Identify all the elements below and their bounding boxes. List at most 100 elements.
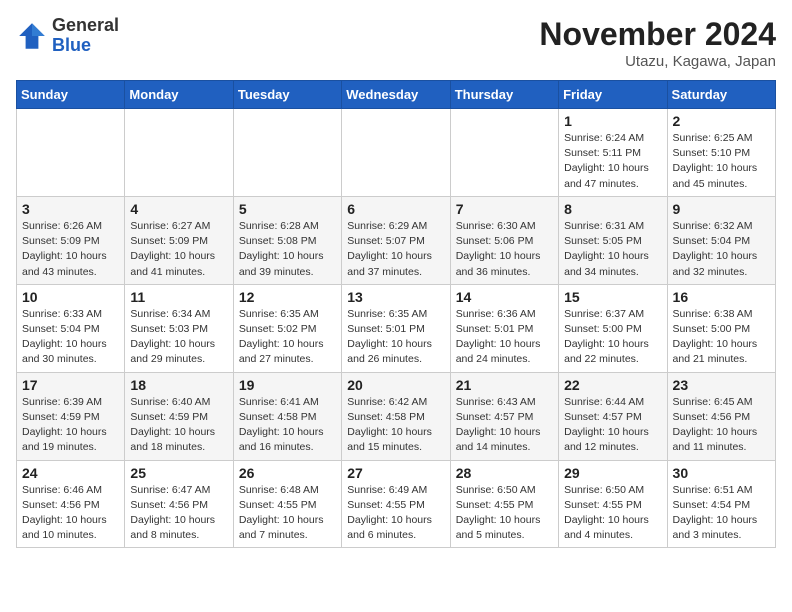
logo-text: General Blue [52,16,119,56]
calendar-week-row: 1 Sunrise: 6:24 AM Sunset: 5:11 PM Daylig… [17,109,776,197]
calendar-cell: 27Sunrise: 6:49 AM Sunset: 4:55 PM Dayli… [342,460,450,548]
calendar-cell: 30Sunrise: 6:51 AM Sunset: 4:54 PM Dayli… [667,460,775,548]
calendar-cell: 18 Sunrise: 6:40 AM Sunset: 4:59 PM Dayli… [125,372,233,460]
weekday-header: Sunday [17,81,125,109]
weekday-header-row: SundayMondayTuesdayWednesdayThursdayFrid… [17,81,776,109]
day-info: Sunrise: 6:37 AM Sunset: 5:00 PM Dayligh… [564,307,661,368]
weekday-header: Friday [559,81,667,109]
day-number: 12 [239,289,336,305]
calendar-cell: 20 Sunrise: 6:42 AM Sunset: 4:58 PM Dayli… [342,372,450,460]
day-info: Sunrise: 6:38 AM Sunset: 5:00 PM Dayligh… [673,307,770,368]
day-info: Sunrise: 6:50 AM Sunset: 4:55 PM Dayligh… [564,483,661,544]
calendar-cell [17,109,125,197]
day-number: 13 [347,289,444,305]
day-number: 8 [564,201,661,217]
day-number: 5 [239,201,336,217]
calendar-week-row: 10Sunrise: 6:33 AM Sunset: 5:04 PM Dayli… [17,284,776,372]
calendar-cell [342,109,450,197]
calendar-cell: 2 Sunrise: 6:25 AM Sunset: 5:10 PM Daylig… [667,109,775,197]
day-info: Sunrise: 6:40 AM Sunset: 4:59 PM Dayligh… [130,395,227,456]
calendar-cell: 22 Sunrise: 6:44 AM Sunset: 4:57 PM Dayli… [559,372,667,460]
day-info: Sunrise: 6:48 AM Sunset: 4:55 PM Dayligh… [239,483,336,544]
calendar-cell: 10Sunrise: 6:33 AM Sunset: 5:04 PM Dayli… [17,284,125,372]
day-number: 7 [456,201,553,217]
day-info: Sunrise: 6:51 AM Sunset: 4:54 PM Dayligh… [673,483,770,544]
day-info: Sunrise: 6:41 AM Sunset: 4:58 PM Dayligh… [239,395,336,456]
calendar-cell: 26Sunrise: 6:48 AM Sunset: 4:55 PM Dayli… [233,460,341,548]
logo: General Blue [16,16,119,56]
title-area: November 2024 Utazu, Kagawa, Japan [539,16,776,70]
day-info: Sunrise: 6:46 AM Sunset: 4:56 PM Dayligh… [22,483,119,544]
weekday-header: Wednesday [342,81,450,109]
calendar-cell [233,109,341,197]
header: General Blue November 2024 Utazu, Kagawa… [16,16,776,70]
logo-general-text: General [52,16,119,36]
day-info: Sunrise: 6:44 AM Sunset: 4:57 PM Dayligh… [564,395,661,456]
day-number: 9 [673,201,770,217]
calendar-cell: 6Sunrise: 6:29 AM Sunset: 5:07 PM Daylig… [342,196,450,284]
day-info: Sunrise: 6:34 AM Sunset: 5:03 PM Dayligh… [130,307,227,368]
day-number: 28 [456,465,553,481]
day-info: Sunrise: 6:50 AM Sunset: 4:55 PM Dayligh… [456,483,553,544]
day-info: Sunrise: 6:39 AM Sunset: 4:59 PM Dayligh… [22,395,119,456]
calendar-cell: 28 Sunrise: 6:50 AM Sunset: 4:55 PM Dayli… [450,460,558,548]
logo-blue-text: Blue [52,36,119,56]
day-number: 3 [22,201,119,217]
calendar-cell: 13 Sunrise: 6:35 AM Sunset: 5:01 PM Dayli… [342,284,450,372]
day-number: 22 [564,377,661,393]
day-info: Sunrise: 6:47 AM Sunset: 4:56 PM Dayligh… [130,483,227,544]
calendar-cell: 17 Sunrise: 6:39 AM Sunset: 4:59 PM Dayli… [17,372,125,460]
weekday-header: Saturday [667,81,775,109]
calendar-cell: 3 Sunrise: 6:26 AM Sunset: 5:09 PM Daylig… [17,196,125,284]
day-number: 27 [347,465,444,481]
calendar-cell: 23 Sunrise: 6:45 AM Sunset: 4:56 PM Dayli… [667,372,775,460]
calendar-cell: 25 Sunrise: 6:47 AM Sunset: 4:56 PM Dayli… [125,460,233,548]
day-info: Sunrise: 6:35 AM Sunset: 5:01 PM Dayligh… [347,307,444,368]
day-info: Sunrise: 6:25 AM Sunset: 5:10 PM Dayligh… [673,131,770,192]
calendar-cell: 8 Sunrise: 6:31 AM Sunset: 5:05 PM Daylig… [559,196,667,284]
calendar-cell: 5Sunrise: 6:28 AM Sunset: 5:08 PM Daylig… [233,196,341,284]
calendar-cell: 7 Sunrise: 6:30 AM Sunset: 5:06 PM Daylig… [450,196,558,284]
day-info: Sunrise: 6:36 AM Sunset: 5:01 PM Dayligh… [456,307,553,368]
calendar-cell: 14Sunrise: 6:36 AM Sunset: 5:01 PM Dayli… [450,284,558,372]
day-info: Sunrise: 6:24 AM Sunset: 5:11 PM Dayligh… [564,131,661,192]
day-number: 24 [22,465,119,481]
weekday-header: Tuesday [233,81,341,109]
calendar-cell: 11Sunrise: 6:34 AM Sunset: 5:03 PM Dayli… [125,284,233,372]
day-number: 1 [564,113,661,129]
day-number: 10 [22,289,119,305]
day-number: 2 [673,113,770,129]
day-info: Sunrise: 6:26 AM Sunset: 5:09 PM Dayligh… [22,219,119,280]
day-number: 20 [347,377,444,393]
day-info: Sunrise: 6:30 AM Sunset: 5:06 PM Dayligh… [456,219,553,280]
calendar-week-row: 17 Sunrise: 6:39 AM Sunset: 4:59 PM Dayli… [17,372,776,460]
day-number: 25 [130,465,227,481]
calendar-cell: 15 Sunrise: 6:37 AM Sunset: 5:00 PM Dayli… [559,284,667,372]
day-number: 17 [22,377,119,393]
calendar-cell: 29Sunrise: 6:50 AM Sunset: 4:55 PM Dayli… [559,460,667,548]
day-number: 4 [130,201,227,217]
month-title: November 2024 [539,16,776,53]
calendar-week-row: 3 Sunrise: 6:26 AM Sunset: 5:09 PM Daylig… [17,196,776,284]
day-info: Sunrise: 6:27 AM Sunset: 5:09 PM Dayligh… [130,219,227,280]
calendar-cell: 16Sunrise: 6:38 AM Sunset: 5:00 PM Dayli… [667,284,775,372]
calendar-cell [125,109,233,197]
logo-icon [16,20,48,52]
day-number: 18 [130,377,227,393]
day-info: Sunrise: 6:32 AM Sunset: 5:04 PM Dayligh… [673,219,770,280]
day-number: 23 [673,377,770,393]
calendar-cell: 1 Sunrise: 6:24 AM Sunset: 5:11 PM Daylig… [559,109,667,197]
weekday-header: Thursday [450,81,558,109]
day-number: 15 [564,289,661,305]
calendar-cell [450,109,558,197]
calendar-cell: 19 Sunrise: 6:41 AM Sunset: 4:58 PM Dayli… [233,372,341,460]
day-info: Sunrise: 6:45 AM Sunset: 4:56 PM Dayligh… [673,395,770,456]
calendar-week-row: 24 Sunrise: 6:46 AM Sunset: 4:56 PM Dayli… [17,460,776,548]
day-info: Sunrise: 6:31 AM Sunset: 5:05 PM Dayligh… [564,219,661,280]
day-number: 19 [239,377,336,393]
location: Utazu, Kagawa, Japan [539,53,776,70]
calendar-cell: 12Sunrise: 6:35 AM Sunset: 5:02 PM Dayli… [233,284,341,372]
day-info: Sunrise: 6:42 AM Sunset: 4:58 PM Dayligh… [347,395,444,456]
calendar-cell: 9 Sunrise: 6:32 AM Sunset: 5:04 PM Daylig… [667,196,775,284]
calendar: SundayMondayTuesdayWednesdayThursdayFrid… [16,80,776,548]
